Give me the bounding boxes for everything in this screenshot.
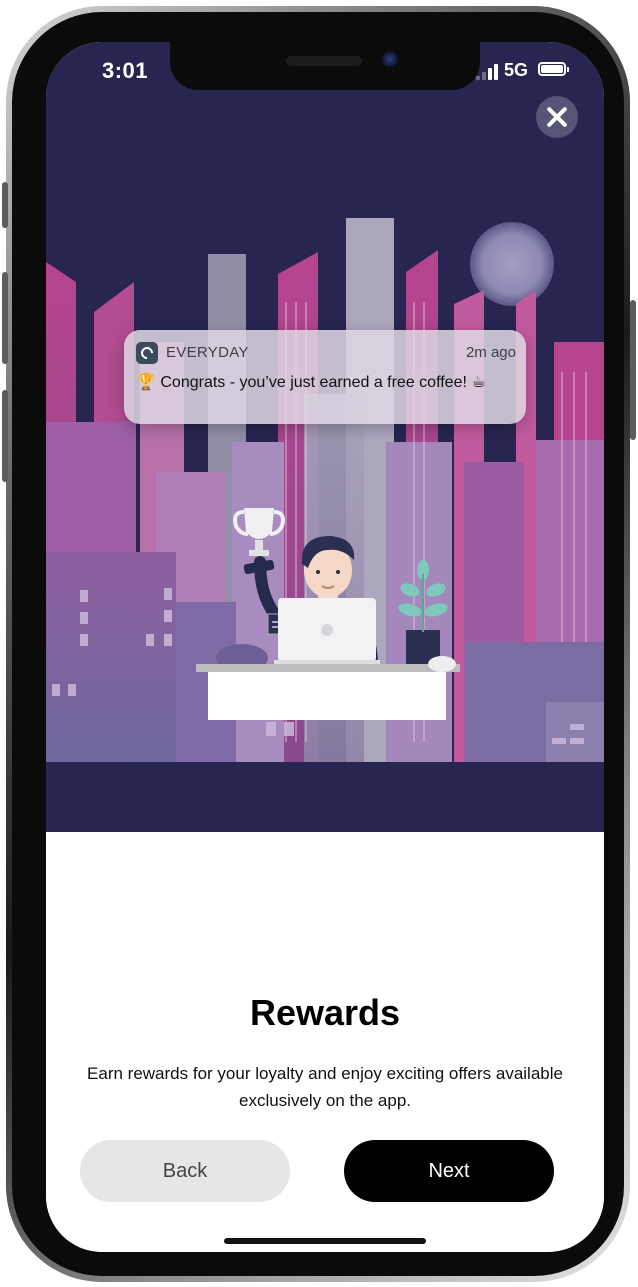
notification-banner[interactable]: EVERYDAY 2m ago 🏆 Congrats - you’ve just… — [124, 330, 526, 424]
mouse — [428, 656, 456, 672]
page-title: Rewards — [249, 992, 401, 1033]
hero-illustration — [46, 42, 604, 832]
back-button[interactable]: Back — [80, 1140, 290, 1202]
phone-device: 3:01 5G EVERYDAY 2m ago 🏆 Congrats - you… — [0, 0, 638, 1287]
speaker-grille — [286, 56, 362, 66]
front-camera — [382, 51, 398, 67]
power-button — [630, 300, 636, 440]
close-button[interactable] — [536, 96, 578, 138]
home-indicator[interactable] — [224, 1238, 426, 1244]
notification-message: 🏆 Congrats - you’ve just earned a free c… — [136, 374, 486, 391]
volume-down-button — [2, 390, 8, 482]
battery-full-icon — [538, 62, 569, 76]
city-office-illustration — [46, 218, 604, 832]
mute-switch — [2, 182, 8, 228]
desk-top — [196, 664, 460, 672]
building — [46, 552, 176, 762]
screen: 3:01 5G EVERYDAY 2m ago 🏆 Congrats - you… — [46, 42, 604, 1252]
ground — [46, 762, 604, 832]
page-description: Earn rewards for your loyalty and enjoy … — [87, 1064, 563, 1110]
network-label: 5G — [504, 60, 529, 80]
volume-up-button — [2, 272, 8, 364]
status-bar: 3:01 5G — [46, 42, 604, 102]
notification-app-name: EVERYDAY — [166, 344, 249, 361]
status-time: 3:01 — [102, 58, 149, 83]
building — [546, 702, 604, 762]
signal-bars-icon — [476, 64, 498, 80]
everyday-app-icon — [136, 342, 158, 364]
notification-time: 2m ago — [465, 344, 516, 361]
close-icon — [545, 105, 569, 129]
desk — [208, 672, 446, 720]
next-button[interactable]: Next — [344, 1140, 554, 1202]
notch — [170, 42, 480, 90]
onboarding-content: Rewards Earn rewards for your loyalty an… — [46, 832, 604, 1252]
